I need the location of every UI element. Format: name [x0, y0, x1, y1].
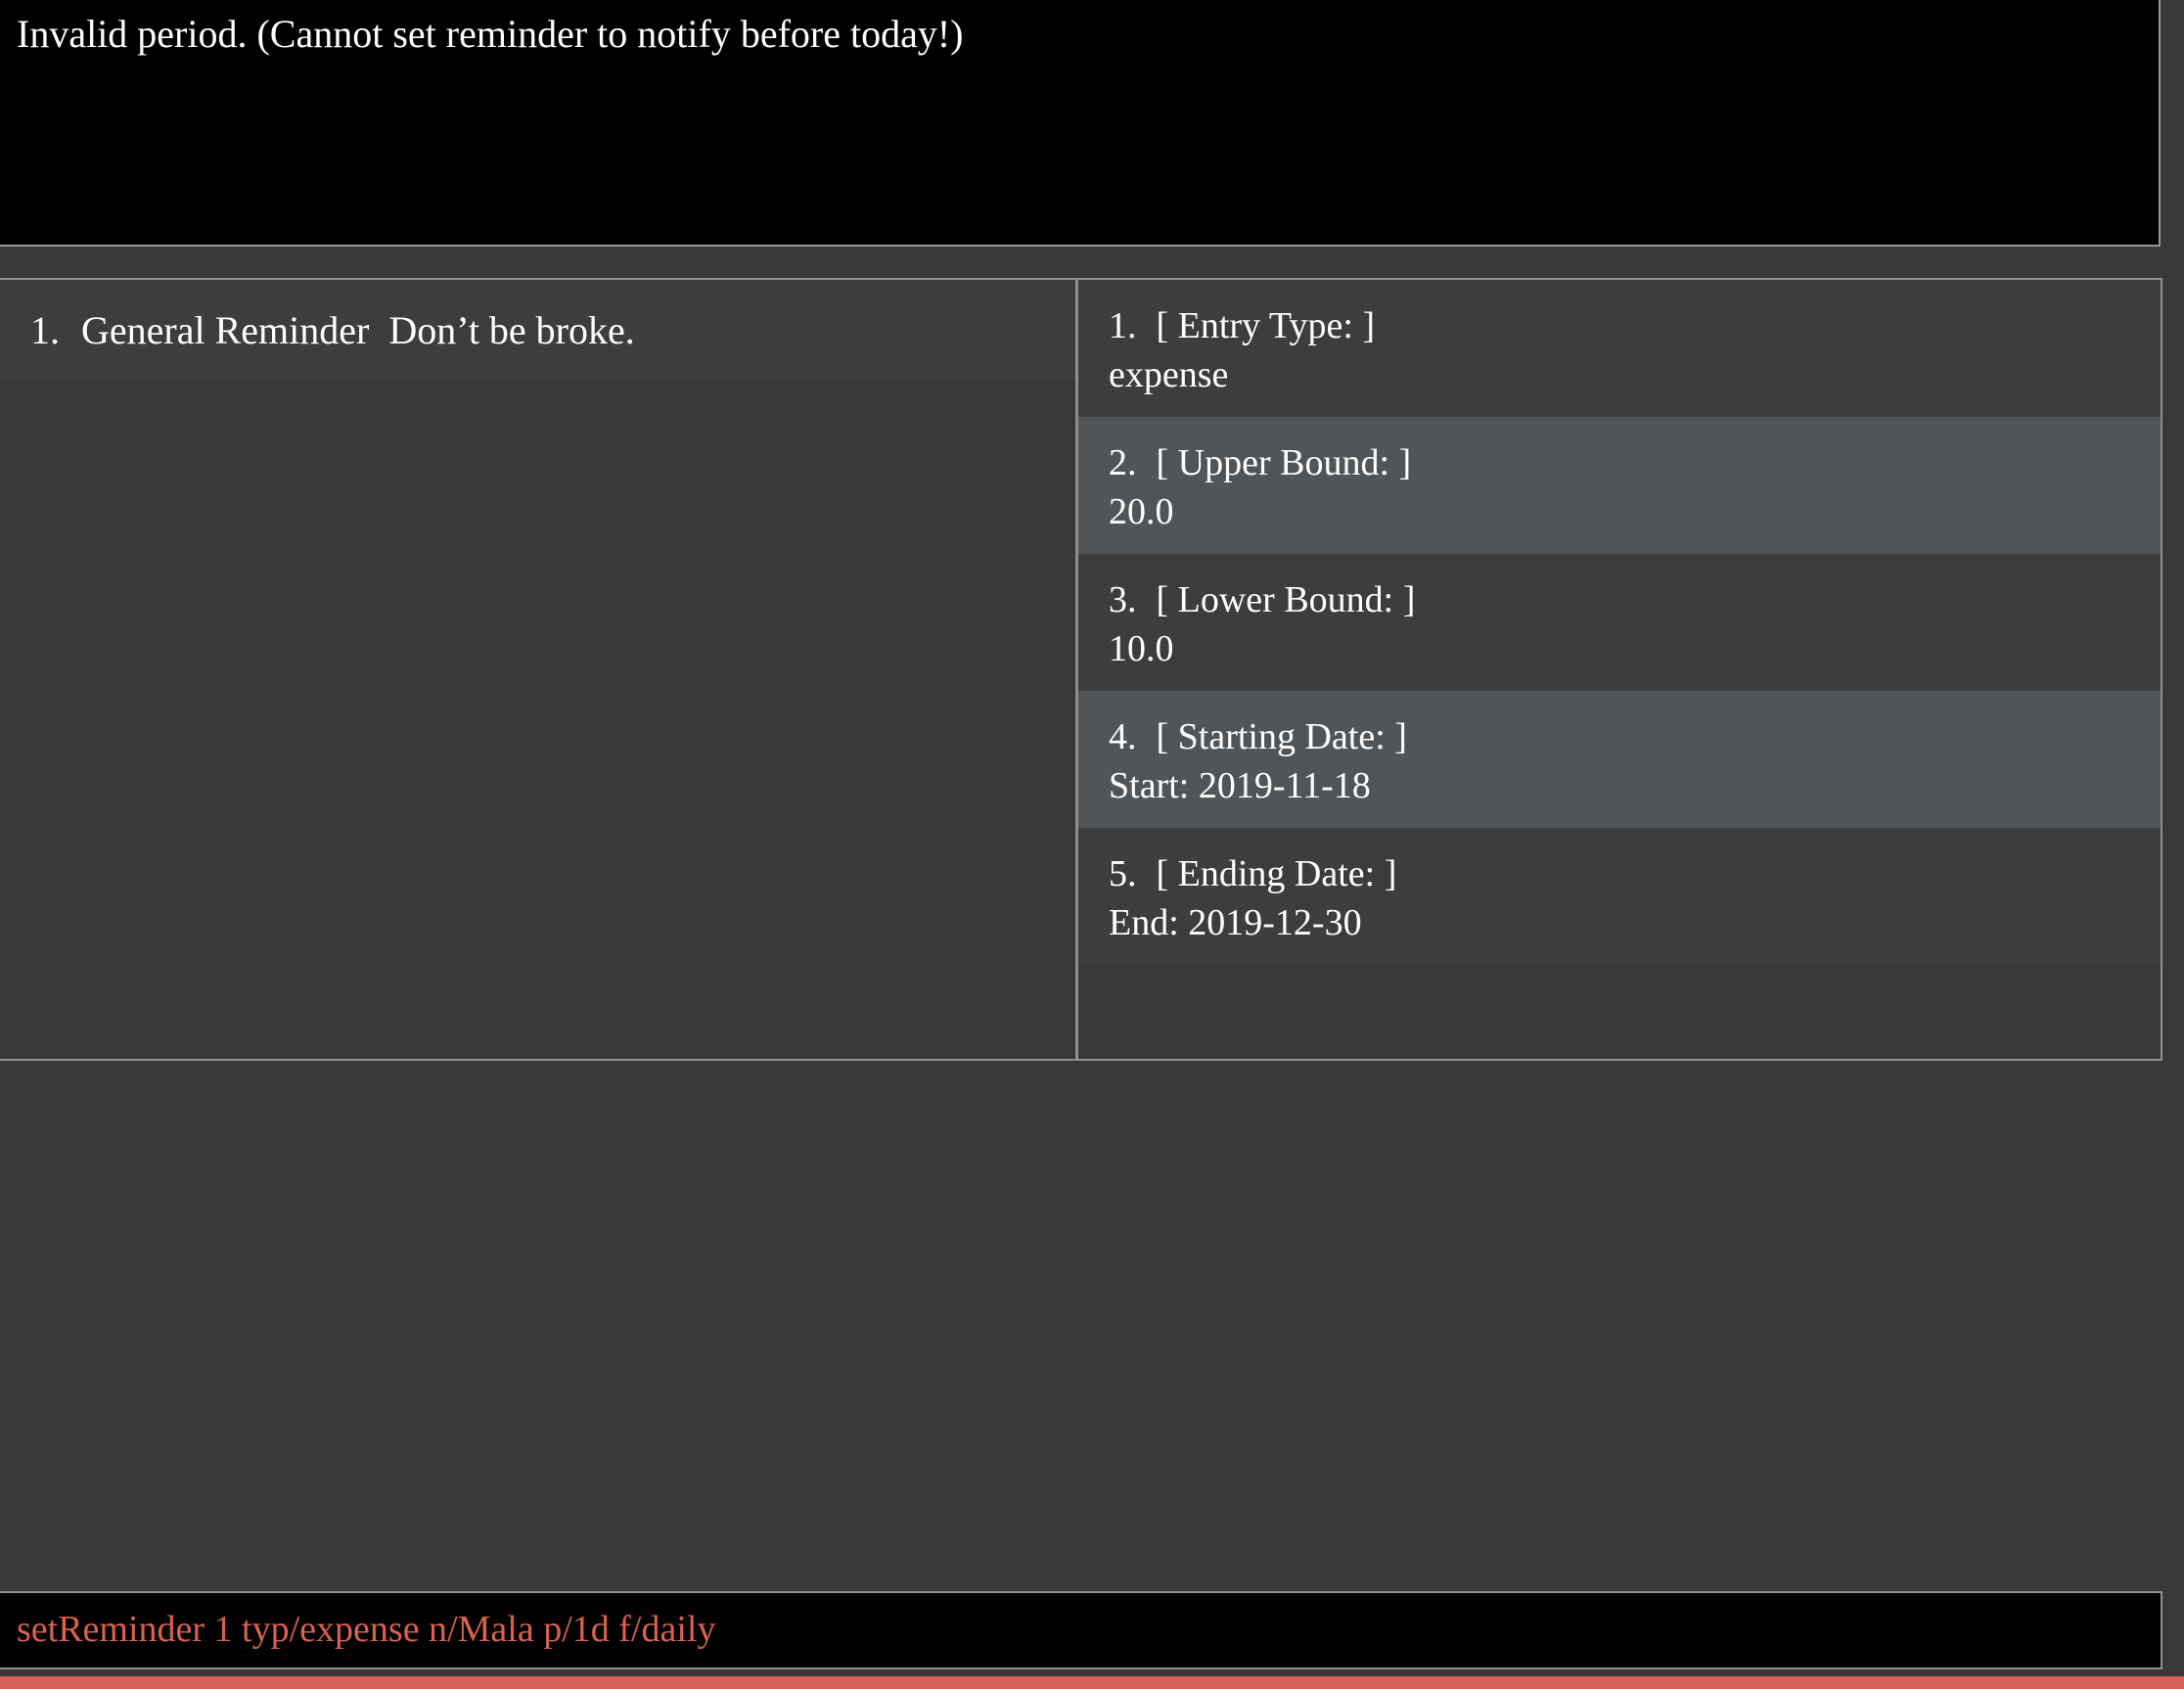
- status-bar: [0, 1676, 2184, 1689]
- detail-value: End: 2019-12-30: [1109, 902, 1362, 943]
- detail-label-line: 4. [ Starting Date: ]: [1109, 712, 2161, 761]
- detail-value: expense: [1109, 354, 1229, 395]
- result-message: Invalid period. (Cannot set reminder to …: [17, 12, 964, 56]
- detail-index: 5.: [1109, 853, 1137, 894]
- app-window: Invalid period. (Cannot set reminder to …: [0, 0, 2184, 1689]
- command-box: [0, 1591, 2162, 1669]
- command-input[interactable]: [17, 1603, 2120, 1656]
- detail-upper-bound[interactable]: 2. [ Upper Bound: ] 20.0: [1078, 417, 2161, 554]
- detail-label-line: 3. [ Lower Bound: ]: [1109, 575, 2161, 624]
- detail-label: [ Ending Date: ]: [1156, 853, 1397, 894]
- detail-index: 3.: [1109, 579, 1137, 620]
- reminder-list-item[interactable]: 1. General Reminder Don’t be broke.: [0, 280, 1075, 380]
- detail-value: Start: 2019-11-18: [1109, 765, 1371, 806]
- detail-label-line: 1. [ Entry Type: ]: [1109, 301, 2161, 350]
- reminder-message: Don’t be broke.: [388, 307, 635, 352]
- detail-value: 20.0: [1109, 491, 1174, 532]
- detail-index: 1.: [1109, 305, 1137, 346]
- result-display: Invalid period. (Cannot set reminder to …: [0, 0, 2161, 247]
- reminder-list-panel[interactable]: 1. General Reminder Don’t be broke.: [0, 278, 1078, 1061]
- detail-label: [ Starting Date: ]: [1156, 716, 1407, 757]
- detail-label-line: 2. [ Upper Bound: ]: [1109, 438, 2161, 487]
- detail-starting-date[interactable]: 4. [ Starting Date: ] Start: 2019-11-18: [1078, 691, 2161, 828]
- detail-ending-date[interactable]: 5. [ Ending Date: ] End: 2019-12-30: [1078, 828, 2161, 965]
- detail-index: 4.: [1109, 716, 1137, 757]
- reminder-name: General Reminder: [81, 307, 370, 352]
- detail-label: [ Entry Type: ]: [1156, 305, 1376, 346]
- reminder-index: 1.: [30, 307, 60, 352]
- reminder-details-panel[interactable]: 1. [ Entry Type: ] expense 2. [ Upper Boun…: [1078, 278, 2162, 1061]
- detail-label: [ Lower Bound: ]: [1156, 579, 1416, 620]
- detail-entry-type[interactable]: 1. [ Entry Type: ] expense: [1078, 280, 2161, 417]
- detail-index: 2.: [1109, 442, 1137, 483]
- detail-lower-bound[interactable]: 3. [ Lower Bound: ] 10.0: [1078, 554, 2161, 691]
- detail-label: [ Upper Bound: ]: [1156, 442, 1412, 483]
- detail-value: 10.0: [1109, 628, 1174, 669]
- detail-label-line: 5. [ Ending Date: ]: [1109, 849, 2161, 898]
